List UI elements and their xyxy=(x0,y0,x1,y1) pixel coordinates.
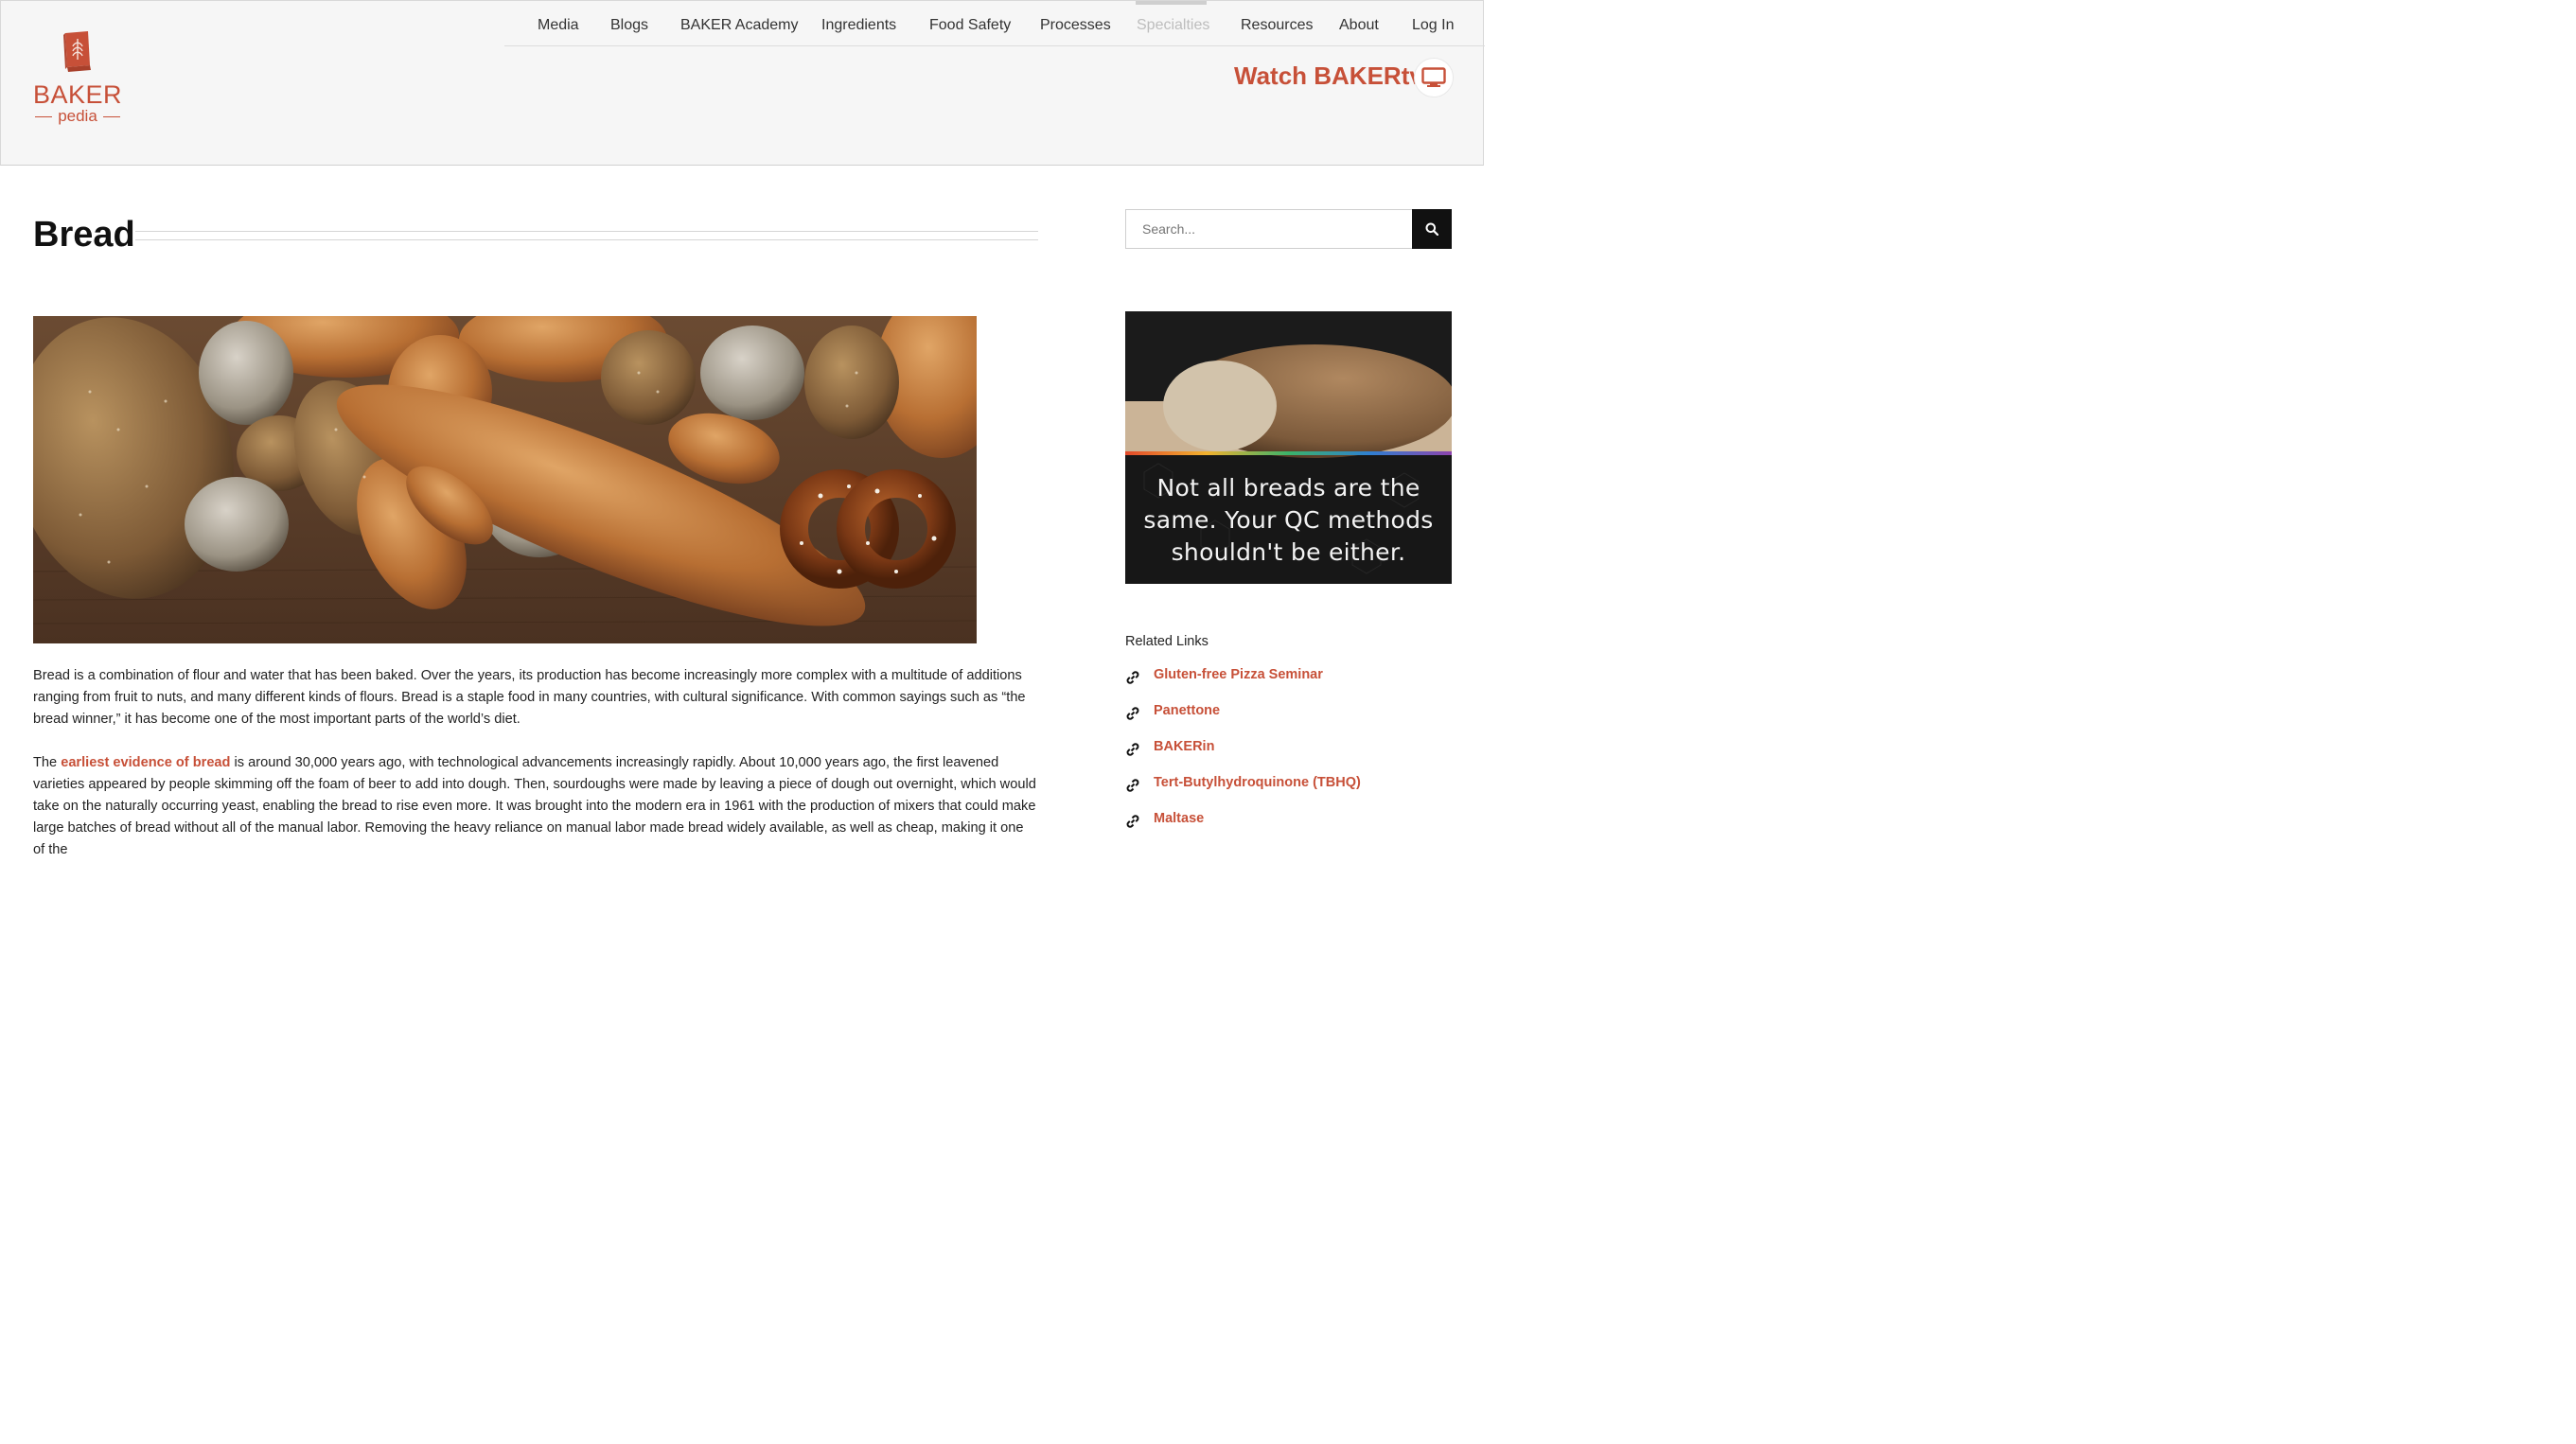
nav-item-specialties[interactable]: Specialties xyxy=(1137,17,1209,34)
related-links-list: Gluten-free Pizza Seminar Panettone BAKE… xyxy=(1125,667,1452,847)
nav-item-about[interactable]: About xyxy=(1339,17,1379,34)
nav-item-resources[interactable]: Resources xyxy=(1241,17,1313,34)
site-header: BAKER pedia Media Blogs BAKER Academy In… xyxy=(0,0,1485,166)
nav-item-baker-academy[interactable]: BAKER Academy xyxy=(680,17,799,34)
related-link-item[interactable]: Panettone xyxy=(1125,703,1452,739)
link-icon xyxy=(1126,707,1139,720)
related-links-heading: Related Links xyxy=(1125,634,1209,649)
article-paragraph-2: The earliest evidence of bread is around… xyxy=(33,755,1036,857)
book-logo-icon xyxy=(63,31,91,72)
link-icon xyxy=(1126,671,1139,684)
bread-photo-illustration xyxy=(33,316,977,643)
related-link-tbhq[interactable]: Tert-Butylhydroquinone (TBHQ) xyxy=(1154,775,1361,790)
article-body: Bread is a combination of flour and wate… xyxy=(33,665,1036,883)
link-icon xyxy=(1126,779,1139,792)
related-link-bakerin[interactable]: BAKERin xyxy=(1154,739,1214,754)
nav-item-media[interactable]: Media xyxy=(538,17,579,34)
watch-bakertv-link[interactable]: Watch BAKERtv xyxy=(1234,62,1423,91)
link-icon xyxy=(1126,815,1139,828)
related-link-panettone[interactable]: Panettone xyxy=(1154,703,1220,718)
nav-item-ingredients[interactable]: Ingredients xyxy=(821,17,896,34)
related-link-item[interactable]: Gluten-free Pizza Seminar xyxy=(1125,667,1452,703)
related-link-item[interactable]: Maltase xyxy=(1125,811,1452,847)
search-button[interactable] xyxy=(1412,209,1452,249)
nav-item-blogs[interactable]: Blogs xyxy=(610,17,648,34)
qc-methods-ad-banner[interactable]: Not all breads are the same. Your QC met… xyxy=(1125,311,1452,584)
title-divider xyxy=(135,231,1038,240)
page-title: Bread xyxy=(33,215,135,255)
nav-item-food-safety[interactable]: Food Safety xyxy=(929,17,1011,34)
related-link-item[interactable]: BAKERin xyxy=(1125,739,1452,775)
earliest-evidence-link[interactable]: earliest evidence of bread xyxy=(61,755,230,770)
related-link-item[interactable]: Tert-Butylhydroquinone (TBHQ) xyxy=(1125,775,1452,811)
link-icon xyxy=(1126,743,1139,756)
watch-bakertv-button[interactable] xyxy=(1414,58,1454,97)
nav-item-processes[interactable]: Processes xyxy=(1040,17,1111,34)
bakerpedia-logo[interactable]: BAKER pedia xyxy=(26,29,137,133)
article-paragraph-1: Bread is a combination of flour and wate… xyxy=(33,668,1026,727)
hero-bread-image xyxy=(33,316,977,643)
search-icon xyxy=(1425,222,1438,236)
logo-pedia-text: pedia xyxy=(26,107,130,126)
nav-item-log-in[interactable]: Log In xyxy=(1412,17,1454,34)
ad-headline: Not all breads are the same. Your QC met… xyxy=(1143,474,1434,566)
logo-baker-text: BAKER xyxy=(32,80,123,109)
related-link-maltase[interactable]: Maltase xyxy=(1154,811,1204,826)
nav-active-indicator xyxy=(1136,1,1207,5)
monitor-icon xyxy=(1421,67,1446,87)
related-link-gluten-free-pizza-seminar[interactable]: Gluten-free Pizza Seminar xyxy=(1154,667,1323,682)
search-input[interactable] xyxy=(1125,209,1413,249)
